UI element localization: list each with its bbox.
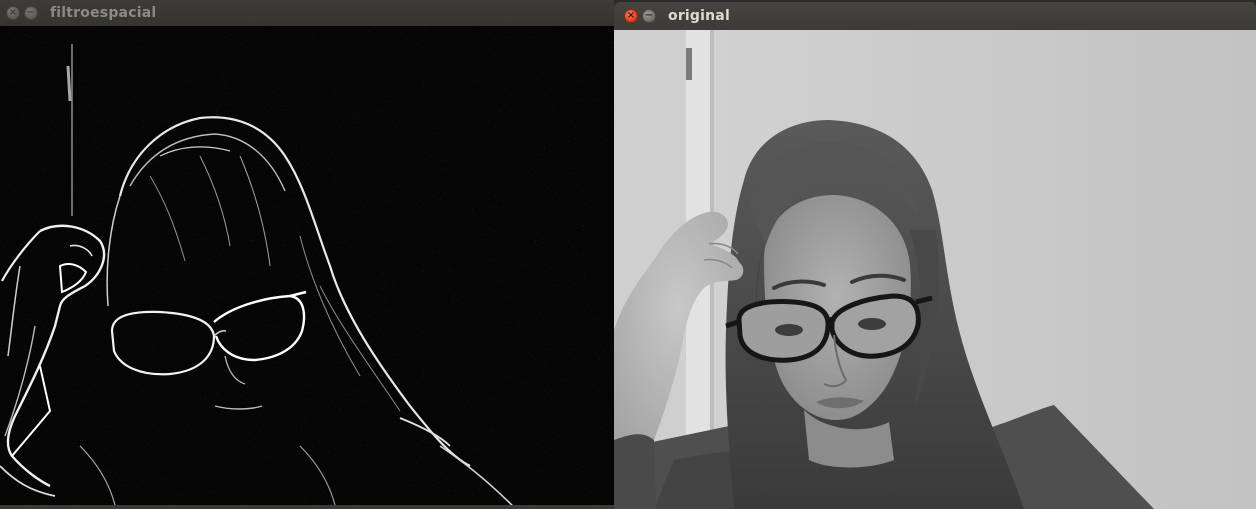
minimize-icon[interactable]: − <box>24 6 38 20</box>
minimize-icon[interactable]: − <box>642 9 656 23</box>
edge-image-graphic <box>0 26 614 505</box>
original-titlebar[interactable]: × − original <box>614 2 1256 30</box>
webcam-photo-graphic <box>614 30 1256 509</box>
close-icon[interactable]: × <box>624 9 638 23</box>
filtered-image <box>0 26 614 505</box>
original-image <box>614 30 1256 509</box>
window-bottom-border <box>0 505 614 509</box>
original-window: × − original <box>614 2 1256 509</box>
filtroespacial-window: × − filtroespacial <box>0 0 614 509</box>
filtroespacial-titlebar[interactable]: × − filtroespacial <box>0 0 614 26</box>
window-title: original <box>668 8 730 24</box>
window-title: filtroespacial <box>50 5 157 21</box>
close-icon[interactable]: × <box>6 6 20 20</box>
